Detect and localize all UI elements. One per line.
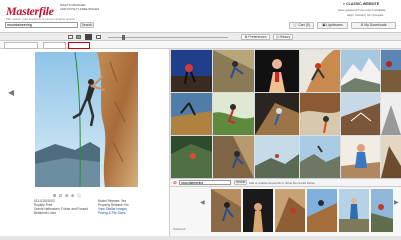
thumbnail[interactable] [341,136,380,178]
header: Masterfile RIGHTS MANAGED AND ROYALTY-FR… [0,0,401,34]
refine-button[interactable]: Refine [234,180,247,185]
thumbnail[interactable] [381,136,401,178]
filmstrip-thumbnail[interactable] [211,189,241,232]
lightboxes-button[interactable]: ▣ Lightboxes [317,22,348,29]
tab-all-images[interactable]: All Images 3000 [4,42,38,57]
thumbnail[interactable] [213,93,254,135]
search-input[interactable] [5,22,78,28]
view-large-icon[interactable] [85,34,92,40]
add-to-lightbox-icon[interactable]: ⊞ [53,193,56,198]
thumbnail[interactable] [255,93,299,135]
help-links[interactable]: Help | Contact | Us | Français [347,13,383,17]
thumbnail[interactable] [300,136,340,178]
history-button[interactable]: ◷ History [273,34,293,40]
sortboard-label: Sortboard [173,227,186,231]
view-list-icon[interactable] [76,35,81,39]
my-downloads-button[interactable]: ⬇ My Downloads [351,22,396,29]
preferences-label: Preferences [248,35,267,39]
thumbnail[interactable] [255,50,299,92]
tab-rf[interactable]: RF 1923 [68,42,90,57]
refine-hint: Add or replace keywords to refine the re… [249,180,315,185]
filmstrip-thumbnail[interactable] [275,189,305,232]
preview-image[interactable] [35,52,138,187]
thumbnail[interactable] [381,93,401,135]
thumbnail[interactable] [341,93,380,135]
thumbnail[interactable] [213,50,254,92]
thumbnail[interactable] [171,136,212,178]
thumbnail-grid [170,49,401,178]
refine-icon: ⊘ [173,180,177,185]
lightbox-icon: ▣ [322,23,326,27]
thumbnail[interactable] [213,136,254,178]
gear-icon: ⚙ [244,35,248,39]
collection-name: Belafonte Lines [34,211,56,215]
thumbnail[interactable] [381,50,401,92]
clock-icon: ◷ [275,35,279,39]
thumbnail[interactable] [341,50,380,92]
thumbnail[interactable] [255,136,299,178]
release-details: Model Release: Yes Property Release: No … [98,199,158,215]
email-icon[interactable]: ✉ [65,193,68,198]
tagline-line2: AND ROYALTY-FREE IMAGES [60,6,100,11]
lightboxes-label: Lightboxes [326,23,343,27]
filmstrip-thumbnail[interactable] [307,189,337,232]
filmstrip-right-arrow-icon[interactable]: ▶ [394,199,399,206]
search-hint: Tab: search, type keywords or jump to an… [6,17,75,21]
search-button[interactable]: Search [80,22,94,28]
climber-photo [35,52,138,187]
logo-text: Masterfile [6,4,54,18]
toolbar: ⚙ Preferences ◷ History [0,32,401,41]
zoom-icon[interactable]: ⊕ [71,193,74,198]
footer-rule [0,236,401,240]
cart-label: Cart (0) [298,23,310,27]
view-grid-icon[interactable] [68,35,73,39]
preview-panel: ◀ ⊞ ⊡ ✉ ⊕ ⓘ 613-01519003 Royalty-Free Gr… [0,49,170,236]
pricing-link[interactable]: Pricing & File Sizes [98,211,158,215]
filmstrip-thumbnail[interactable] [243,189,273,232]
thumbnail-size-slider[interactable] [108,36,228,38]
sortboard: Sortboard ◀ ▶ [170,187,401,236]
cart-icon: 🛒 [293,23,298,27]
image-details: 613-01519003 Royalty-Free Grenie Nelboss… [34,199,90,215]
tab-rm[interactable]: RM 1034 [43,42,66,57]
refine-input[interactable] [179,180,231,185]
slider-handle[interactable] [122,34,125,40]
preferences-button[interactable]: ⚙ Preferences [241,34,270,40]
view-detail-icon[interactable] [96,35,101,39]
prev-arrow-icon[interactable]: ◀ [8,89,14,97]
thumbnail[interactable] [300,50,340,92]
downloads-label: My Downloads [364,23,387,27]
filter-bar: All Images 3000 RM 1034 RF 1923 [0,41,401,57]
filmstrip-thumbnail[interactable] [371,189,393,232]
questions-text[interactable]: Have questions? Live help is available [338,8,385,12]
masterfile-logo[interactable]: Masterfile [6,2,58,18]
refine-bar: ⊘ Refine Add or replace keywords to refi… [170,178,401,187]
filmstrip-thumbnail[interactable] [339,189,369,232]
history-label: History [279,35,291,39]
classic-website-link[interactable]: » CLASSIC WEBSITE [343,2,379,6]
thumbnail[interactable] [300,93,340,135]
thumbnail[interactable] [171,93,212,135]
filmstrip-left-arrow-icon[interactable]: ◀ [200,199,205,206]
add-to-cart-icon[interactable]: ⊡ [59,193,62,198]
download-icon: ⬇ [360,23,364,27]
thumbnail[interactable] [171,50,212,92]
cart-button[interactable]: 🛒 Cart (0) [289,22,314,29]
